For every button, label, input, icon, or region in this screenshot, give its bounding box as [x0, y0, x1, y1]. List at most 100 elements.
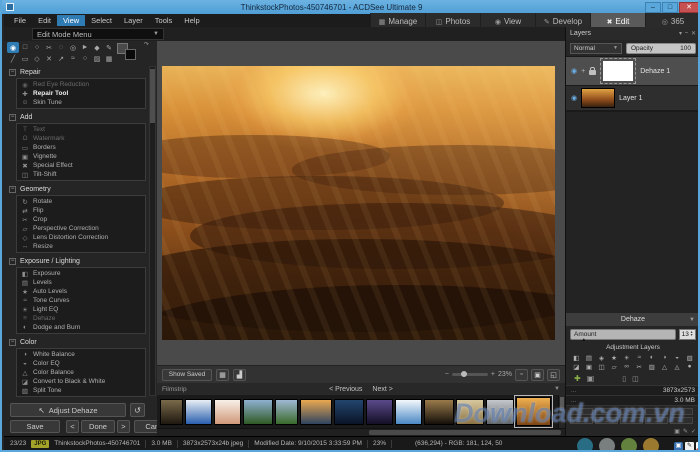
opacity-slider[interactable]: Opacity 100	[626, 43, 696, 54]
next-image-button[interactable]: >	[117, 420, 130, 433]
previous-image-button[interactable]: <	[66, 420, 79, 433]
tool-special-effect[interactable]: ✖Special Effect	[17, 161, 145, 170]
mini-button[interactable]: ...	[620, 408, 643, 415]
filmstrip-thumbnail[interactable]	[456, 399, 484, 425]
adjustment-layer-icon-3[interactable]: ★	[608, 353, 621, 362]
adjustment-layer-icon-17[interactable]: △	[658, 362, 671, 371]
pin-panel-icon[interactable]: ⎯	[685, 30, 688, 37]
show-saved-button[interactable]: Show Saved	[162, 369, 212, 381]
filmstrip-thumbnail[interactable]	[160, 399, 183, 425]
edit-mode-menu-dropdown[interactable]: Edit Mode Menu ▼	[32, 28, 164, 40]
adjustment-layer-icon-11[interactable]: ▣	[583, 362, 596, 371]
circle-tool-icon[interactable]: ○	[79, 53, 91, 64]
tool-color-balance[interactable]: △Color Balance	[17, 368, 145, 377]
adjustment-layer-icon-18[interactable]: ◬	[671, 362, 684, 371]
mini-button[interactable]: ...	[570, 408, 593, 415]
mini-button[interactable]: ...	[645, 417, 668, 424]
tool-crop[interactable]: ✂Crop	[17, 215, 145, 224]
filmstrip-thumbnail[interactable]	[486, 399, 514, 425]
menu-select[interactable]: Select	[85, 15, 118, 26]
filmstrip-thumbnail[interactable]	[366, 399, 393, 425]
close-button[interactable]: ✕	[679, 2, 699, 13]
histogram-icon[interactable]: ▟	[233, 369, 246, 381]
tool-text[interactable]: TText	[17, 125, 145, 134]
save-button[interactable]: Save	[10, 420, 60, 433]
edit-pencil-icon[interactable]: ✎	[683, 428, 688, 435]
mini-button[interactable]: ...	[670, 417, 693, 424]
curve-tool-icon[interactable]: ≈	[67, 53, 79, 64]
line-tool-icon[interactable]: ✕	[43, 53, 55, 64]
tool-tilt-shift[interactable]: ◫Tilt-Shift	[17, 170, 145, 179]
layer-name[interactable]: Layer 1	[619, 95, 642, 102]
tool-exposure[interactable]: ◧Exposure	[17, 269, 145, 278]
lasso-tool-icon[interactable]: ◌	[55, 42, 67, 53]
layer-row-dehaze[interactable]: ◉ + Dehaze 1	[566, 56, 700, 85]
tool-watermark[interactable]: ΩWatermark	[17, 134, 145, 143]
pointer-tool-icon[interactable]: ►	[79, 42, 91, 53]
filmstrip-thumbnail[interactable]	[300, 399, 332, 425]
layer1-thumbnail[interactable]	[581, 88, 615, 108]
collapse-icon[interactable]: −	[9, 186, 16, 193]
duplicate-layer-button[interactable]: ◫	[632, 375, 639, 383]
tool-lens-distortion-correction[interactable]: ◇Lens Distortion Correction	[17, 233, 145, 242]
marquee-select-icon[interactable]: □	[19, 42, 31, 53]
scissors-tool-icon[interactable]: ✂	[43, 42, 55, 53]
rectangle-tool-icon[interactable]: ▭	[19, 53, 31, 64]
fit-image-button[interactable]: ▣	[531, 369, 544, 381]
background-swatch[interactable]	[125, 49, 136, 60]
spinner-icons[interactable]: ▲▼	[690, 331, 693, 337]
collapse-icon[interactable]: −	[9, 258, 16, 265]
tool-group-header-repair[interactable]: −Repair	[4, 66, 150, 78]
brush-tool-icon[interactable]: ▨	[91, 53, 103, 64]
new-group-button[interactable]: ▣	[587, 374, 595, 383]
adjustment-layer-icon-16[interactable]: ▨	[646, 362, 659, 371]
done-button[interactable]: Done	[81, 420, 115, 433]
adjustment-layer-icon-1[interactable]: ▤	[583, 353, 596, 362]
adjustment-layer-icon-12[interactable]: ◫	[595, 362, 608, 371]
filmstrip-thumbnail[interactable]	[334, 399, 364, 425]
dehaze-layer-thumbnail[interactable]	[603, 61, 633, 81]
adjust-dehaze-button[interactable]: ↖ Adjust Dehaze	[10, 403, 126, 417]
tool-dehaze[interactable]: ≡Dehaze	[17, 314, 145, 323]
dehaze-section-header[interactable]: Dehaze ▼	[566, 313, 700, 326]
main-photo[interactable]	[162, 66, 555, 340]
adjustment-layer-icon-15[interactable]: ✂	[633, 362, 646, 371]
tool-red-eye-reduction[interactable]: ◉Red Eye Reduction	[17, 80, 145, 89]
menu-layer[interactable]: Layer	[118, 15, 149, 26]
filmstrip-menu-icon[interactable]: ▼	[554, 386, 560, 392]
tool-dodge-and-burn[interactable]: ◐Dodge and Burn	[17, 323, 145, 332]
mini-button[interactable]: ...	[670, 408, 693, 415]
visibility-eye-icon[interactable]: ◉	[571, 67, 577, 75]
menu-tools[interactable]: Tools	[149, 15, 179, 26]
blend-mode-select[interactable]: Normal▼	[570, 43, 622, 54]
tool-skin-tune[interactable]: ☺Skin Tune	[17, 98, 145, 107]
tool-group-header-exposure-lighting[interactable]: −Exposure / Lighting	[4, 255, 150, 267]
pencil-tool-icon[interactable]: ╱	[7, 53, 19, 64]
adjustment-layer-icon-10[interactable]: ◪	[570, 362, 583, 371]
amount-value-field[interactable]: 13 ▲▼	[679, 329, 696, 340]
filmstrip-hscrollbar[interactable]	[157, 428, 565, 436]
mini-button[interactable]: ...	[595, 408, 618, 415]
adjustment-layer-icon-13[interactable]: ▱	[608, 362, 621, 371]
tool-borders[interactable]: ▭Borders	[17, 143, 145, 152]
shape-tool-icon[interactable]: ◆	[91, 42, 103, 53]
tool-light-eq[interactable]: ☀Light EQ	[17, 305, 145, 314]
add-mask-icon[interactable]: +	[581, 68, 585, 75]
grid-view-icon[interactable]: ▦	[216, 369, 229, 381]
delete-layer-button[interactable]: ▯	[622, 375, 626, 383]
adjustment-layer-icon-0[interactable]: ◧	[570, 353, 583, 362]
filmstrip-thumbnail[interactable]	[243, 399, 273, 425]
tool-split-tone[interactable]: ▧Split Tone	[17, 386, 145, 395]
previous-button[interactable]: < Previous	[329, 386, 362, 393]
adjustment-layer-icon-2[interactable]: ◈	[595, 353, 608, 362]
collapse-icon[interactable]: −	[9, 114, 16, 121]
swap-swatches-icon[interactable]: ↷	[144, 41, 149, 48]
adjustment-layer-icon-8[interactable]: ◒	[671, 353, 684, 362]
collapse-icon[interactable]: −	[9, 339, 16, 346]
tool-convert-to-black-white[interactable]: ◪Convert to Black & White	[17, 377, 145, 386]
tool-white-balance[interactable]: ◑White Balance	[17, 350, 145, 359]
tool-group-header-add[interactable]: −Add	[4, 111, 150, 123]
adjustment-layer-icon-9[interactable]: ▧	[683, 353, 696, 362]
amount-slider[interactable]: Amount ▲	[570, 329, 676, 340]
filmstrip-thumbnail[interactable]	[214, 399, 241, 425]
